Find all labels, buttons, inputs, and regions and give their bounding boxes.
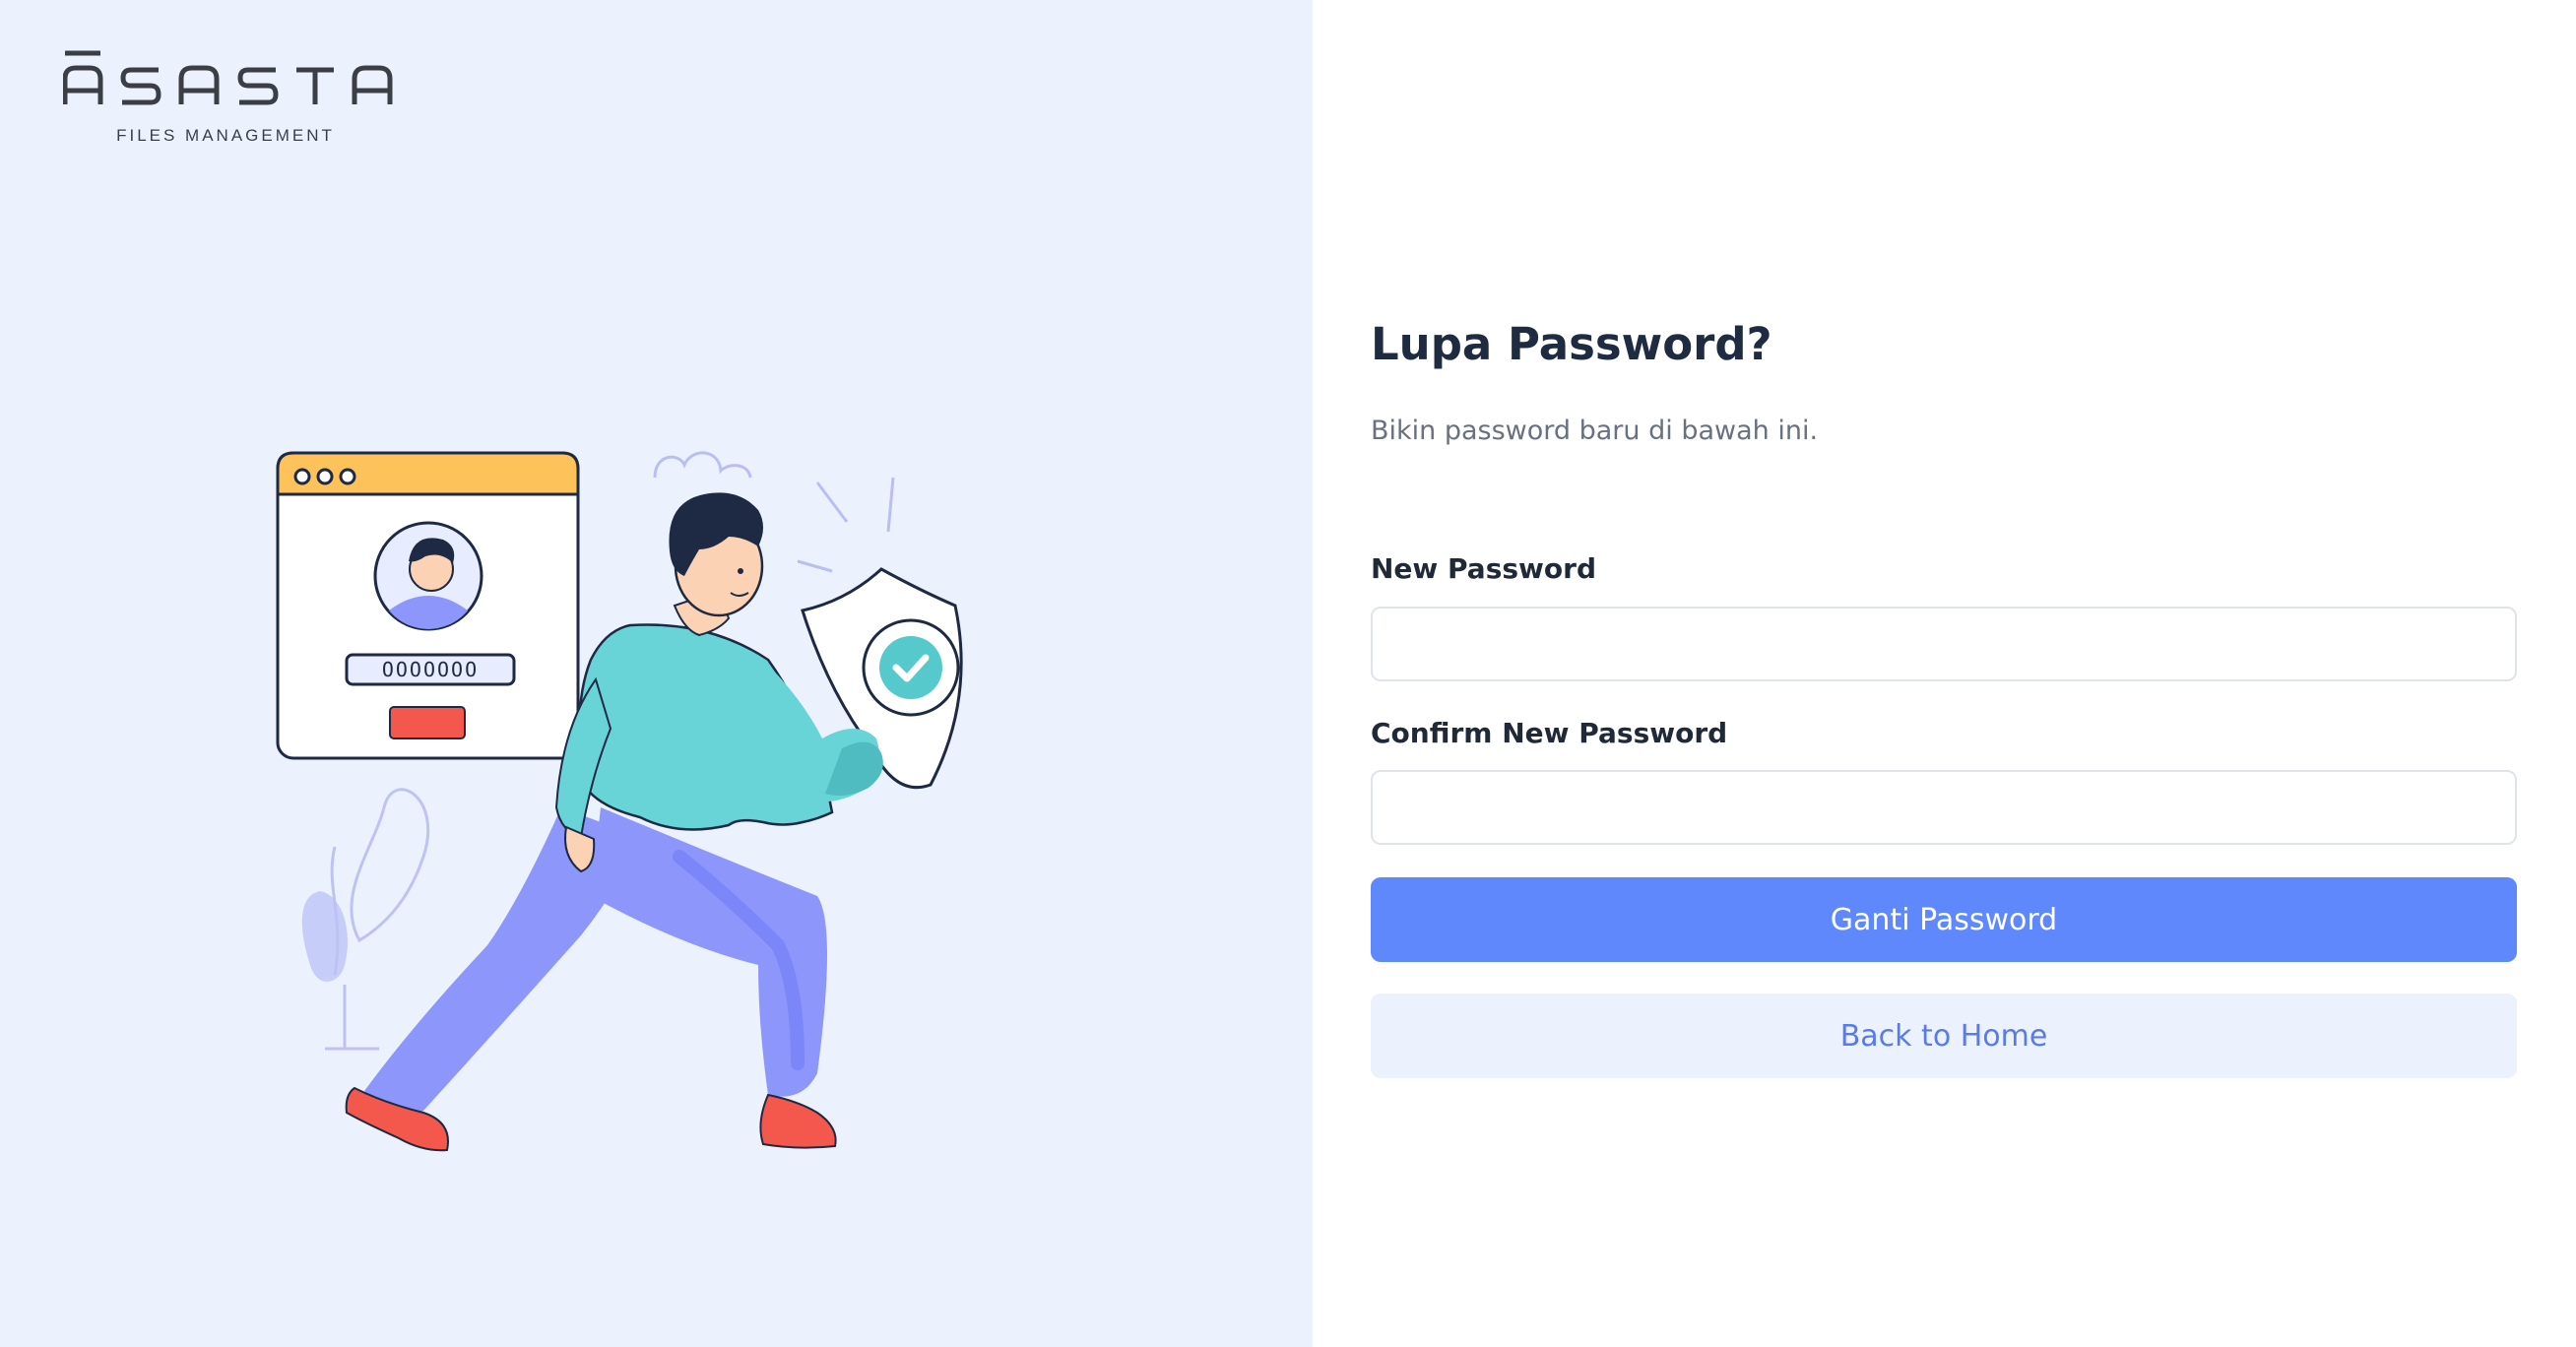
confirm-new-password-input[interactable] xyxy=(1371,770,2517,845)
brand-tagline: FILES MANAGEMENT xyxy=(116,126,335,145)
back-to-home-button[interactable]: Back to Home xyxy=(1371,994,2517,1078)
password-mask-text: OOOOOOO xyxy=(382,658,479,681)
confirm-new-password-label: Confirm New Password xyxy=(1371,717,1728,749)
page-title: Lupa Password? xyxy=(1371,318,1772,370)
page-subtitle: Bikin password baru di bawah ini. xyxy=(1371,416,1819,446)
change-password-button[interactable]: Ganti Password xyxy=(1371,877,2517,962)
asasta-wordmark-logo xyxy=(63,50,393,105)
cloud-doodle xyxy=(653,451,752,479)
form-panel: Lupa Password? Bikin password baru di ba… xyxy=(1313,0,2576,1347)
new-password-label: New Password xyxy=(1371,552,1596,585)
new-password-input[interactable] xyxy=(1371,607,2517,681)
security-illustration: OOOOOOO xyxy=(276,451,963,1152)
plant-decoration xyxy=(301,788,430,1051)
forgot-password-page: FILES MANAGEMENT OOOOOOO Lupa Password? … xyxy=(0,0,2576,1347)
illustration-panel: FILES MANAGEMENT OOOOOOO xyxy=(0,0,1313,1347)
brand-logo[interactable]: FILES MANAGEMENT xyxy=(63,49,393,148)
login-window-graphic: OOOOOOO xyxy=(276,451,580,760)
